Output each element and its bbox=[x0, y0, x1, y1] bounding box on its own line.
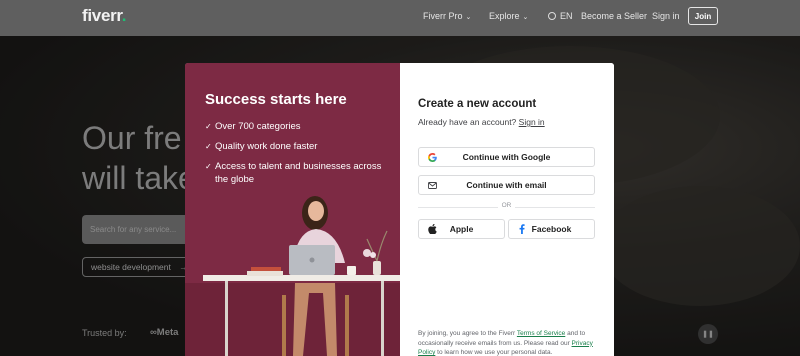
globe-icon bbox=[548, 12, 556, 20]
facebook-button-label: Facebook bbox=[531, 224, 572, 234]
terms-text-1: By joining, you agree to the Fiverr bbox=[418, 330, 517, 337]
email-button-label: Continue with email bbox=[466, 180, 547, 190]
nav-language[interactable]: EN bbox=[548, 11, 573, 21]
nav-sign-in[interactable]: Sign in bbox=[652, 11, 680, 21]
nav-language-label: EN bbox=[560, 11, 573, 21]
signup-title: Create a new account bbox=[418, 98, 537, 110]
continue-with-google-button[interactable]: Continue with Google bbox=[418, 147, 595, 167]
signup-form-panel: Create a new account Already have an acc… bbox=[400, 63, 614, 356]
chevron-down-icon: ⌄ bbox=[465, 14, 472, 21]
sign-in-link[interactable]: Sign in bbox=[519, 117, 545, 127]
nav-fiverr-pro-label: Fiverr Pro bbox=[423, 11, 463, 21]
modal-promo-panel: Success starts here ✓ Over 700 categories… bbox=[185, 63, 400, 356]
chevron-down-icon: ⌄ bbox=[522, 14, 529, 21]
logo-text: fiverr bbox=[82, 6, 122, 25]
check-icon: ✓ bbox=[205, 122, 212, 131]
benefit-text: Access to talent and businesses across t… bbox=[215, 161, 382, 185]
continue-with-facebook-button[interactable]: Facebook bbox=[508, 219, 595, 239]
benefit-item: ✓ Over 700 categories bbox=[205, 120, 390, 133]
continue-with-apple-button[interactable]: Apple bbox=[418, 219, 505, 239]
nav-become-seller[interactable]: Become a Seller bbox=[581, 11, 647, 21]
google-button-label: Continue with Google bbox=[462, 152, 551, 162]
promo-title: Success starts here bbox=[205, 91, 347, 108]
have-account-text: Already have an account? Sign in bbox=[418, 117, 545, 127]
facebook-icon bbox=[517, 224, 527, 234]
check-icon: ✓ bbox=[205, 162, 212, 171]
divider-line bbox=[515, 207, 595, 208]
benefit-item: ✓ Quality work done faster bbox=[205, 140, 390, 153]
continue-with-email-button[interactable]: Continue with email bbox=[418, 175, 595, 195]
signup-modal: Success starts here ✓ Over 700 categories… bbox=[185, 63, 614, 356]
or-divider: OR bbox=[418, 202, 595, 212]
join-button[interactable]: Join bbox=[688, 7, 718, 25]
terms-notice: By joining, you agree to the Fiverr Term… bbox=[418, 329, 603, 356]
benefit-item: ✓ Access to talent and businesses across … bbox=[205, 160, 390, 186]
apple-button-label: Apple bbox=[449, 224, 474, 234]
top-navigation: fiverr. Fiverr Pro ⌄ Explore ⌄ EN Become a… bbox=[0, 0, 800, 36]
nav-explore-label: Explore bbox=[489, 11, 520, 21]
terms-text-3: to learn how we use your personal data. bbox=[435, 349, 553, 356]
have-account-label: Already have an account? bbox=[418, 117, 517, 127]
nav-fiverr-pro[interactable]: Fiverr Pro ⌄ bbox=[423, 11, 471, 21]
envelope-icon bbox=[427, 180, 437, 190]
apple-icon bbox=[427, 224, 437, 234]
benefit-text: Over 700 categories bbox=[215, 121, 301, 132]
benefits-list: ✓ Over 700 categories ✓ Quality work done … bbox=[205, 120, 390, 193]
benefit-text: Quality work done faster bbox=[215, 141, 318, 152]
google-icon bbox=[427, 152, 437, 162]
fiverr-logo[interactable]: fiverr. bbox=[82, 6, 127, 26]
logo-dot: . bbox=[121, 6, 127, 25]
nav-explore[interactable]: Explore ⌄ bbox=[489, 11, 528, 21]
terms-of-service-link[interactable]: Terms of Service bbox=[517, 330, 565, 337]
check-icon: ✓ bbox=[205, 142, 212, 151]
